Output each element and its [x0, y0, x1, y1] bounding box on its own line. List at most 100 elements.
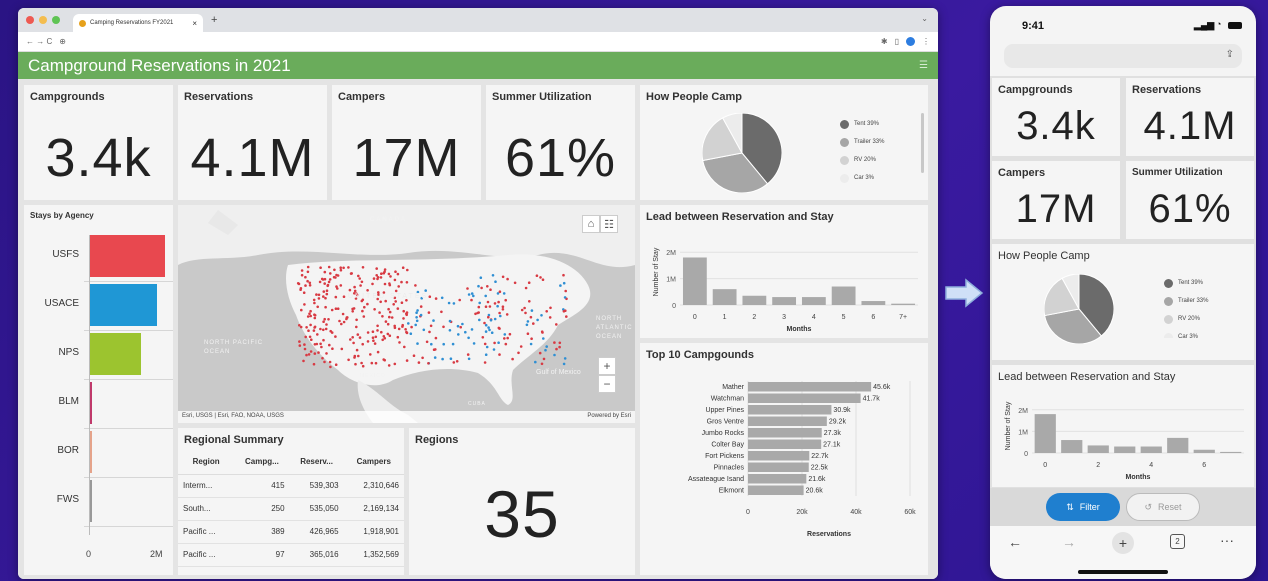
campground-bar[interactable]: [748, 439, 822, 450]
campground-bar[interactable]: [748, 416, 827, 427]
campground-bar[interactable]: [748, 393, 861, 404]
lead-bar[interactable]: [712, 289, 737, 305]
agency-bar[interactable]: [90, 284, 158, 326]
legend-item[interactable]: Trailer 33%: [1164, 292, 1244, 310]
campground-bar[interactable]: [748, 428, 822, 438]
legend-label: Car 3%: [854, 175, 875, 181]
agency-bar[interactable]: [90, 235, 166, 277]
campground-bar[interactable]: [748, 405, 832, 415]
agency-bar[interactable]: [90, 333, 142, 375]
list-icon[interactable]: ☷: [600, 215, 618, 233]
campground-bar[interactable]: [748, 451, 810, 461]
table-row[interactable]: Pacific ... 389 426,965 1,918,901: [178, 520, 404, 544]
reset-button[interactable]: ↺ Reset: [1126, 493, 1200, 521]
kpi-title: Summer Utilization: [492, 91, 592, 103]
lead-bar[interactable]: [1220, 451, 1242, 453]
lead-bar[interactable]: [1140, 446, 1162, 453]
campground-dot: [484, 323, 488, 327]
campground-dot: [496, 304, 499, 308]
zoom-out-button[interactable]: −: [598, 375, 616, 393]
bookmark-icon[interactable]: ✱: [881, 37, 888, 46]
campground-dot: [405, 281, 409, 284]
campground-dot: [339, 284, 343, 287]
navigation-icons[interactable]: ← → C: [26, 37, 52, 46]
powered-by-text[interactable]: Powered by Esri: [587, 413, 631, 421]
campground-dot: [312, 298, 316, 302]
legend-item[interactable]: Car 3%: [1164, 328, 1244, 338]
column-header[interactable]: Campg...: [234, 450, 290, 475]
tabs-count-icon[interactable]: 2: [1170, 534, 1185, 549]
campground-dot: [483, 361, 487, 364]
close-window-button[interactable]: [26, 16, 34, 24]
minimize-window-button[interactable]: [39, 16, 47, 24]
site-info-icon[interactable]: ⊕: [59, 37, 66, 46]
new-tab-icon[interactable]: +: [1112, 532, 1134, 554]
campground-dot: [335, 285, 338, 288]
filter-button[interactable]: ⇅ Filter: [1046, 493, 1120, 521]
map-card[interactable]: CANADA UNITED STATES NORTH PACIFIC OCEAN…: [178, 205, 635, 423]
card-title: Regional Summary: [184, 434, 284, 446]
legend-item[interactable]: Tent 39%: [1164, 274, 1244, 292]
share-icon[interactable]: ⇪: [1226, 49, 1234, 60]
profile-icon[interactable]: [906, 37, 915, 46]
agency-bar[interactable]: [90, 382, 92, 424]
lead-bar[interactable]: [1167, 437, 1189, 453]
x-tick-label: 2: [752, 314, 756, 321]
lead-bar[interactable]: [861, 301, 886, 305]
lead-bar[interactable]: [1193, 449, 1215, 453]
agency-bar[interactable]: [90, 431, 92, 473]
column-header[interactable]: Campers: [343, 450, 404, 475]
legend-swatch: [1164, 332, 1173, 338]
legend-item[interactable]: Tent 39%: [840, 115, 915, 133]
home-icon[interactable]: ⌂: [582, 215, 600, 233]
lead-bar[interactable]: [742, 295, 767, 305]
kebab-menu-icon[interactable]: ⋮: [922, 37, 930, 46]
forward-icon[interactable]: →: [1062, 534, 1076, 550]
lead-bar[interactable]: [682, 257, 707, 305]
chevron-down-icon[interactable]: ⌄: [921, 14, 928, 23]
extension-icon[interactable]: ▯: [895, 37, 899, 46]
campground-bar[interactable]: [748, 474, 807, 484]
table-row[interactable]: Pacific ... 97 365,016 1,352,569: [178, 543, 404, 567]
attribution-text[interactable]: Esri, USGS | Esri, FAO, NOAA, USGS: [182, 413, 284, 421]
campground-bar[interactable]: [748, 485, 804, 496]
legend-item[interactable]: RV 20%: [840, 151, 915, 169]
legend-item[interactable]: RV 20%: [1164, 310, 1244, 328]
agency-bar[interactable]: [90, 480, 92, 522]
lead-bar[interactable]: [772, 297, 797, 305]
legend-item[interactable]: Trailer 33%: [840, 133, 915, 151]
lead-bar[interactable]: [891, 303, 916, 305]
zoom-in-button[interactable]: +: [598, 357, 616, 375]
table-cell: 415: [234, 474, 290, 498]
campground-dot: [307, 353, 311, 356]
table-row[interactable]: South... 250 535,050 2,169,134: [178, 497, 404, 521]
more-icon[interactable]: ···: [1220, 532, 1234, 548]
lead-bar[interactable]: [801, 297, 826, 305]
kpi-title: Reservations: [184, 91, 254, 103]
campground-dot: [331, 347, 334, 350]
lead-bar[interactable]: [1114, 446, 1136, 453]
grid-line: [84, 330, 173, 331]
table-row[interactable]: Interm... 415 539,303 2,310,646: [178, 474, 404, 498]
scrollbar[interactable]: [921, 113, 924, 173]
column-header[interactable]: Reserv...: [289, 450, 344, 475]
menu-icon[interactable]: ☰: [919, 60, 928, 71]
close-tab-icon[interactable]: ×: [192, 19, 197, 28]
lead-bar[interactable]: [1034, 414, 1056, 453]
app-title: Campground Reservations in 2021: [28, 55, 291, 75]
address-bar[interactable]: ← → C ⊕ ✱ ▯ ⋮: [18, 32, 938, 52]
lead-bar[interactable]: [831, 286, 856, 305]
column-header[interactable]: Region: [178, 450, 235, 475]
legend-item[interactable]: Car 3%: [840, 169, 915, 187]
maximize-window-button[interactable]: [52, 16, 60, 24]
new-tab-button[interactable]: +: [211, 14, 217, 26]
lead-bar[interactable]: [1061, 440, 1083, 453]
browser-tab[interactable]: Camping Reservations FY2021 ×: [73, 14, 203, 32]
legend-label: Trailer 33%: [854, 139, 885, 145]
phone-address-bar[interactable]: ⇪: [1004, 44, 1242, 68]
us-map[interactable]: [178, 205, 635, 423]
campground-bar[interactable]: [748, 382, 872, 392]
lead-bar[interactable]: [1087, 445, 1109, 453]
campground-bar[interactable]: [748, 462, 809, 473]
back-icon[interactable]: ←: [1008, 534, 1022, 550]
